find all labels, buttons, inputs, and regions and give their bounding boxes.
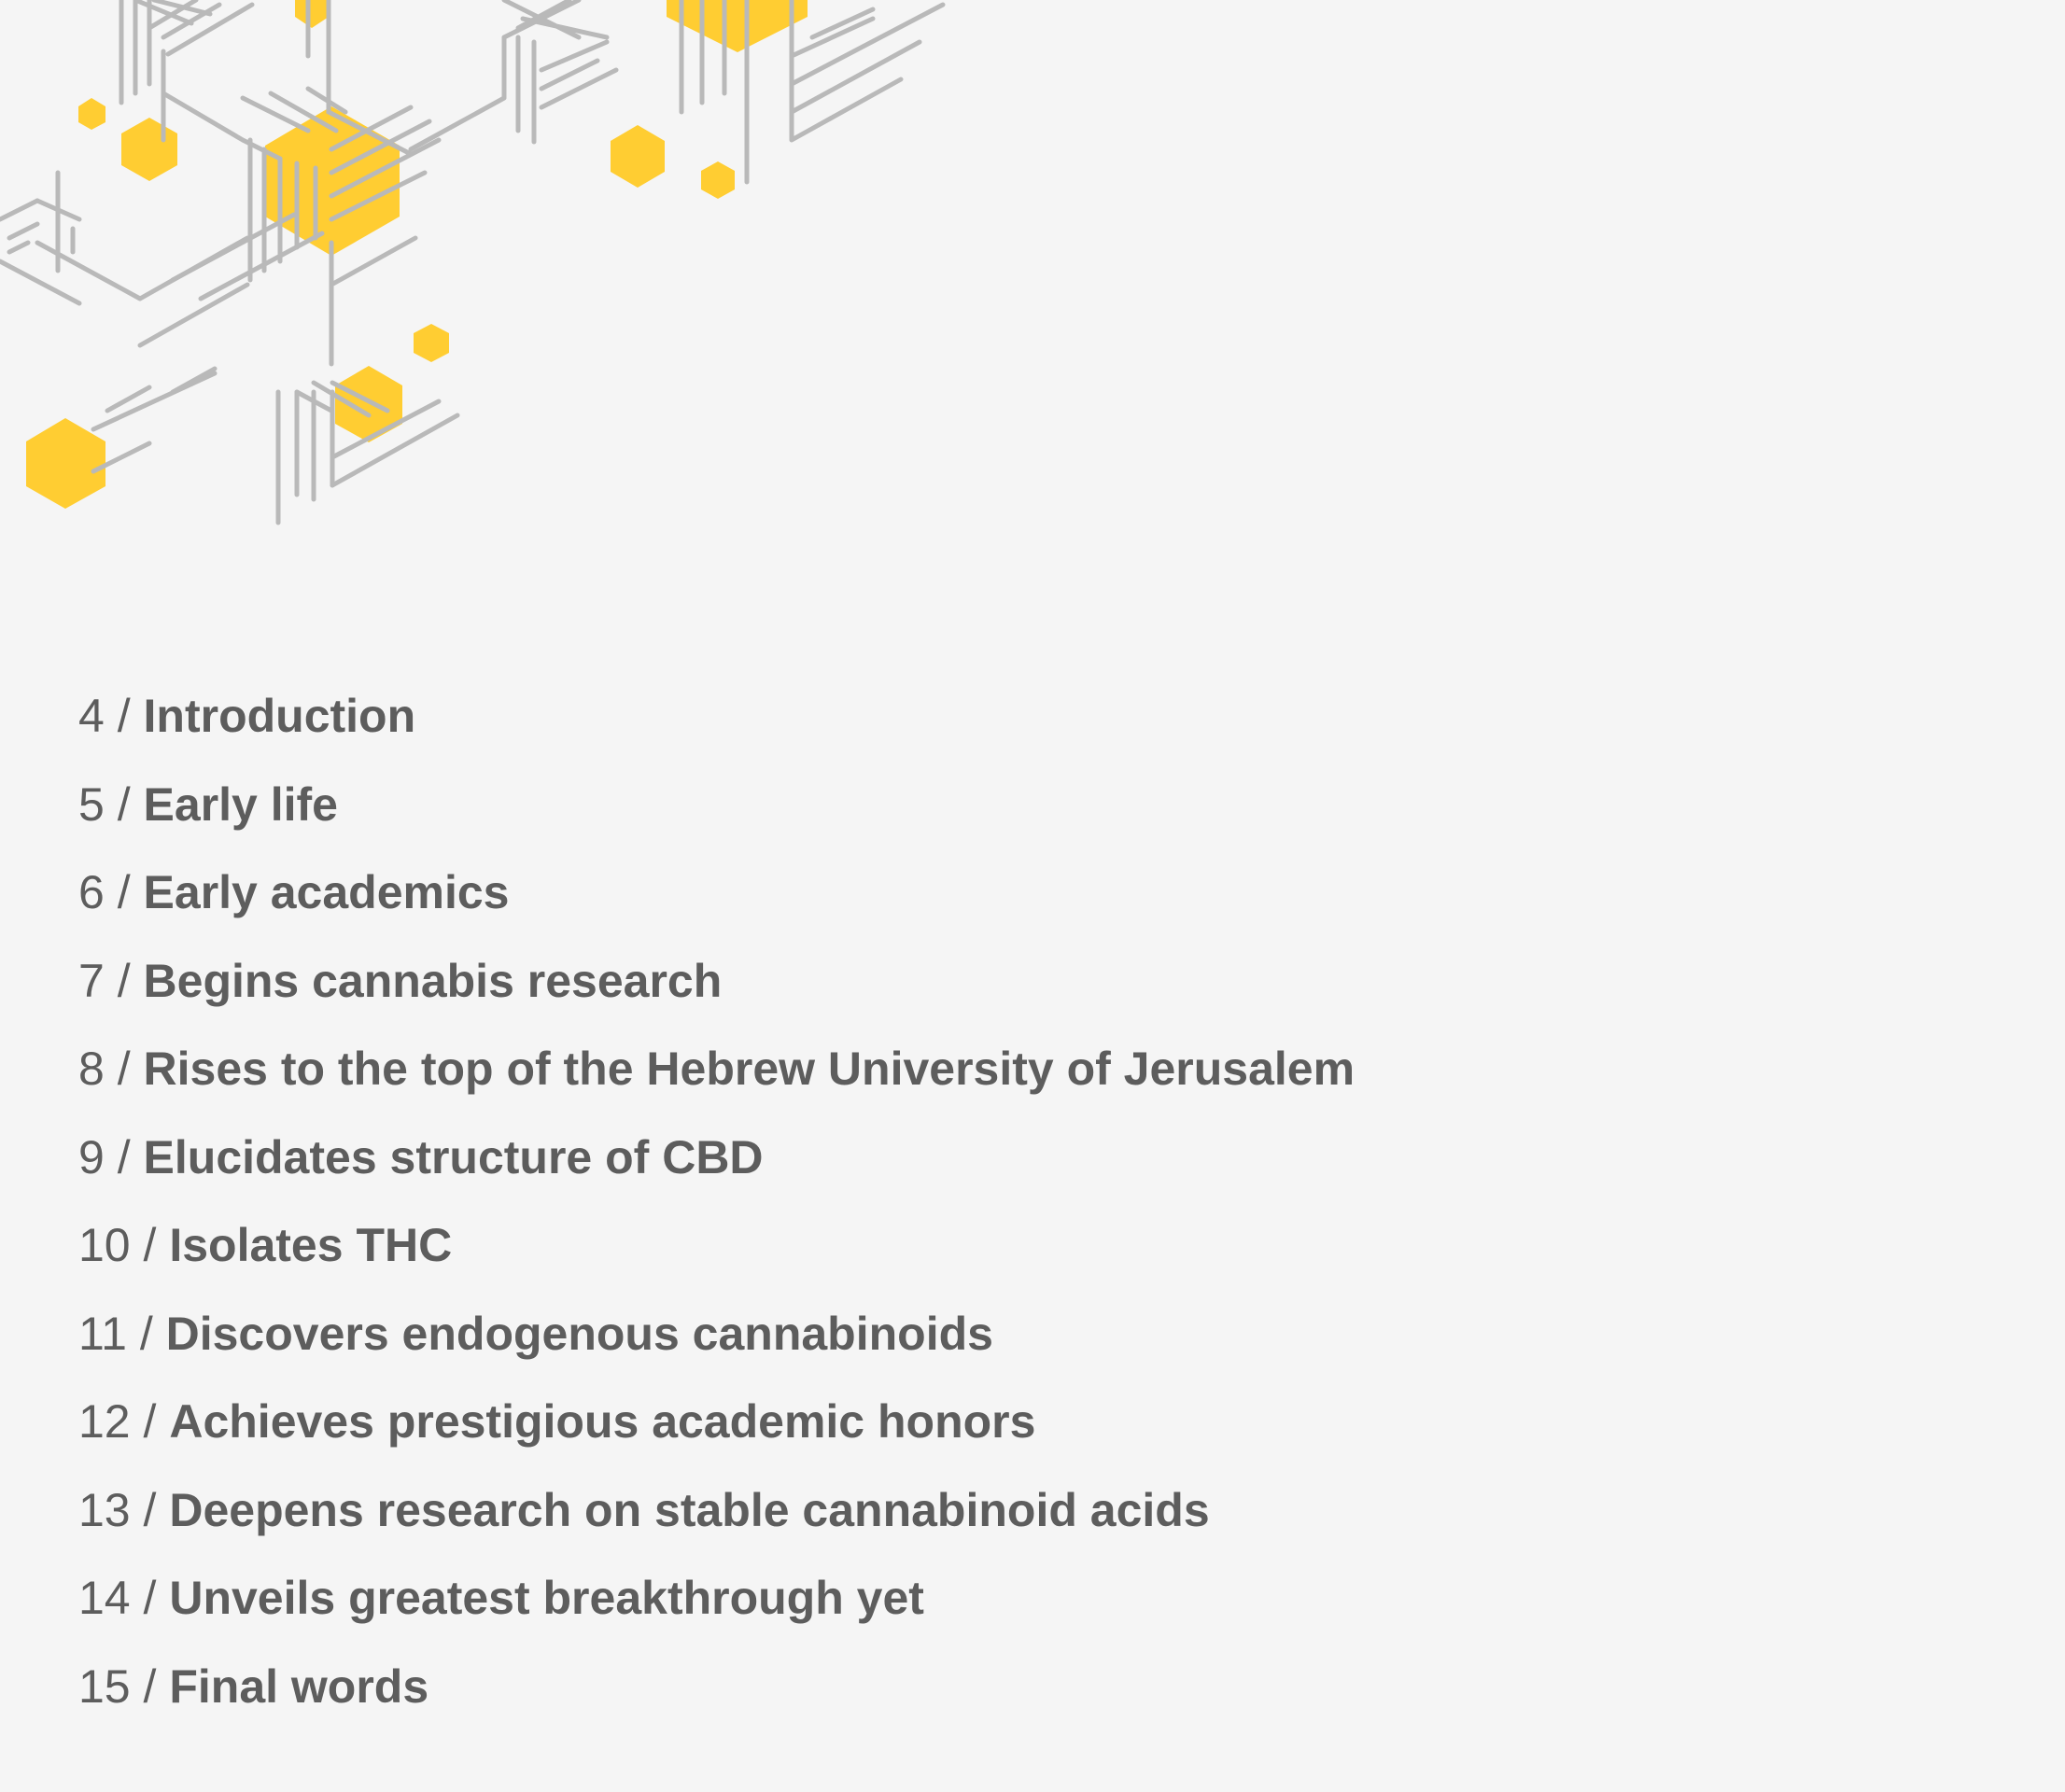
toc-separator: / bbox=[117, 866, 131, 918]
toc-title: Rises to the top of the Hebrew Universit… bbox=[143, 1043, 1356, 1095]
toc-separator: / bbox=[143, 1483, 157, 1536]
hexagon-icon bbox=[611, 125, 665, 188]
toc-page-number: 10 bbox=[78, 1219, 131, 1271]
hexagon-icon bbox=[667, 0, 808, 52]
toc-page-number: 7 bbox=[78, 954, 105, 1007]
toc-item[interactable]: 6 / Early academics bbox=[78, 854, 1355, 943]
toc-page-number: 13 bbox=[78, 1483, 131, 1536]
table-of-contents: 4 / Introduction 5 / Early life 6 / Earl… bbox=[78, 678, 1355, 1736]
toc-separator: / bbox=[117, 690, 131, 742]
toc-item[interactable]: 5 / Early life bbox=[78, 766, 1355, 855]
toc-title: Discovers endogenous cannabinoids bbox=[165, 1307, 993, 1360]
toc-title: Begins cannabis research bbox=[143, 954, 723, 1007]
toc-item[interactable]: 11 / Discovers endogenous cannabinoids bbox=[78, 1295, 1355, 1384]
hexagon-icon bbox=[335, 366, 402, 442]
toc-separator: / bbox=[117, 1130, 131, 1183]
toc-item[interactable]: 9 / Elucidates structure of CBD bbox=[78, 1119, 1355, 1208]
toc-title: Isolates THC bbox=[169, 1219, 453, 1271]
hexagon-icon bbox=[295, 0, 329, 28]
toc-title: Early academics bbox=[143, 866, 510, 918]
toc-item[interactable]: 4 / Introduction bbox=[78, 678, 1355, 766]
toc-item[interactable]: 10 / Isolates THC bbox=[78, 1207, 1355, 1295]
toc-title: Achieves prestigious academic honors bbox=[169, 1395, 1036, 1448]
hexagon-icon bbox=[26, 418, 105, 509]
toc-page-number: 5 bbox=[78, 777, 105, 831]
toc-separator: / bbox=[143, 1395, 157, 1448]
toc-page-number: 12 bbox=[78, 1395, 131, 1448]
toc-item[interactable]: 14 / Unveils greatest breakthrough yet bbox=[78, 1560, 1355, 1648]
toc-item[interactable]: 12 / Achieves prestigious academic honor… bbox=[78, 1383, 1355, 1472]
toc-title: Deepens research on stable cannabinoid a… bbox=[169, 1483, 1210, 1536]
toc-separator: / bbox=[139, 1307, 153, 1360]
toc-separator: / bbox=[117, 954, 131, 1007]
toc-title: Early life bbox=[143, 777, 338, 831]
toc-separator: / bbox=[117, 777, 131, 831]
toc-separator: / bbox=[143, 1659, 157, 1713]
toc-item[interactable]: 7 / Begins cannabis research bbox=[78, 943, 1355, 1031]
toc-separator: / bbox=[143, 1572, 157, 1624]
hexagon-icon bbox=[414, 324, 449, 362]
toc-page-number: 14 bbox=[78, 1572, 131, 1624]
toc-page-number: 9 bbox=[78, 1130, 105, 1183]
toc-title: Final words bbox=[169, 1659, 429, 1713]
toc-page-number: 11 bbox=[78, 1307, 127, 1360]
toc-title: Elucidates structure of CBD bbox=[143, 1130, 764, 1183]
toc-page-number: 6 bbox=[78, 866, 105, 918]
toc-item[interactable]: 13 / Deepens research on stable cannabin… bbox=[78, 1472, 1355, 1561]
toc-page-number: 8 bbox=[78, 1043, 105, 1095]
hexagon-icon bbox=[701, 161, 735, 199]
toc-title: Introduction bbox=[143, 690, 416, 742]
hexagon-group bbox=[26, 0, 808, 509]
hexagon-circuit-illustration bbox=[0, 0, 946, 525]
hexagon-icon bbox=[78, 98, 105, 130]
hexagon-icon bbox=[121, 118, 177, 181]
toc-separator: / bbox=[117, 1043, 131, 1095]
toc-item[interactable]: 8 / Rises to the top of the Hebrew Unive… bbox=[78, 1030, 1355, 1119]
toc-page-number: 4 bbox=[78, 690, 105, 742]
toc-item[interactable]: 15 / Final words bbox=[78, 1648, 1355, 1737]
toc-page-number: 15 bbox=[78, 1659, 131, 1713]
toc-separator: / bbox=[143, 1219, 157, 1271]
circuit-lines bbox=[0, 0, 946, 525]
toc-title: Unveils greatest breakthrough yet bbox=[169, 1572, 924, 1624]
